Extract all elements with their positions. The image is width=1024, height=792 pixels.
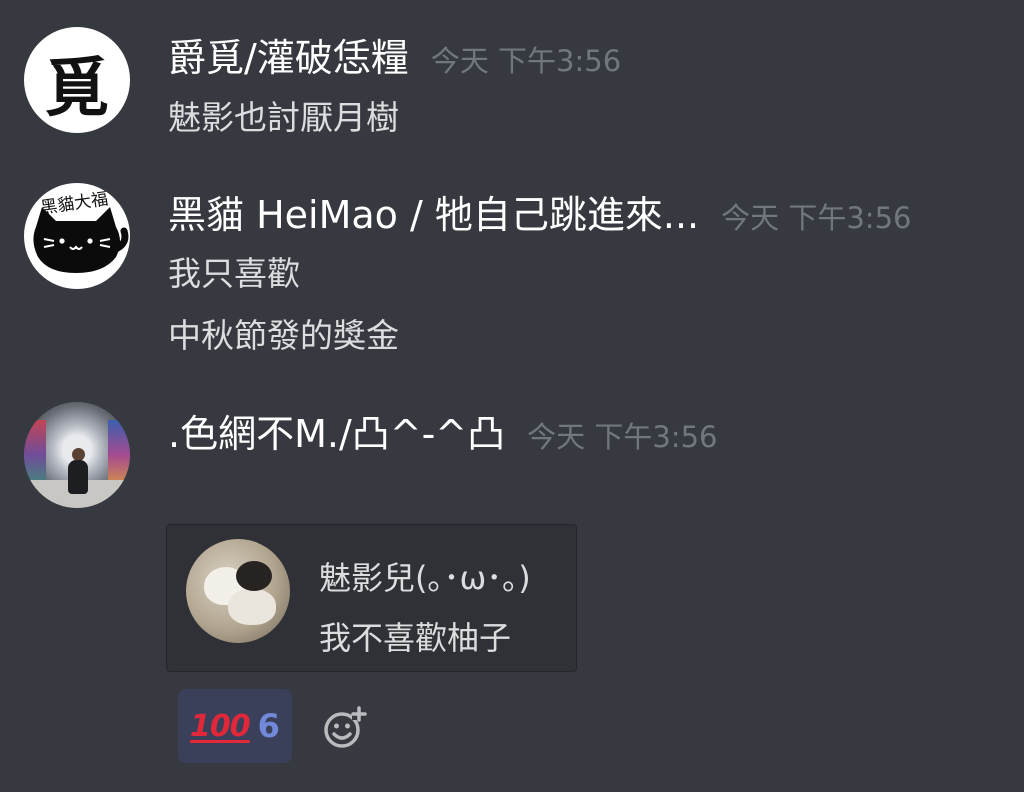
username[interactable]: .色網不M./凸^-^凸: [168, 412, 505, 456]
black-cat-icon: [33, 207, 129, 273]
quote-author: 魅影兒(｡･ω･｡): [319, 559, 531, 597]
avatar-decoration: [68, 460, 88, 494]
username[interactable]: 黑貓 HeiMao / 牠自己跳進來...: [168, 193, 699, 237]
user-avatar[interactable]: 覓: [24, 27, 130, 133]
message-header: .色網不M./凸^-^凸 今天 下午3:56: [168, 412, 717, 456]
avatar-glyph: 覓: [45, 51, 109, 126]
username[interactable]: 爵覓/灌破恁糧: [168, 36, 409, 80]
timestamp: 今天 下午3:56: [430, 44, 622, 78]
quote-embed[interactable]: 魅影兒(｡･ω･｡) 我不喜歡柚子: [166, 524, 577, 672]
message-text: 魅影也討厭月樹: [168, 98, 399, 137]
reaction-hundred-points[interactable]: 100 6: [178, 689, 292, 763]
message-text: 我只喜歡: [168, 254, 300, 293]
quote-text: 我不喜歡柚子: [319, 619, 512, 657]
reaction-count: 6: [257, 707, 280, 745]
message-header: 爵覓/灌破恁糧 今天 下午3:56: [168, 36, 621, 80]
avatar-decoration: [228, 589, 276, 625]
user-avatar[interactable]: [24, 402, 130, 508]
message-header: 黑貓 HeiMao / 牠自己跳進來... 今天 下午3:56: [168, 193, 911, 237]
message-text: 中秋節發的獎金: [168, 316, 399, 355]
smiley-plus-icon: [324, 706, 367, 748]
timestamp: 今天 下午3:56: [721, 201, 912, 235]
avatar-decoration: [236, 561, 272, 591]
add-reaction-icon[interactable]: [320, 704, 368, 752]
timestamp: 今天 下午3:56: [527, 420, 718, 454]
user-avatar[interactable]: 黑貓大福: [24, 183, 130, 289]
hundred-points-icon: 100: [190, 708, 251, 744]
quote-avatar: [186, 539, 290, 643]
